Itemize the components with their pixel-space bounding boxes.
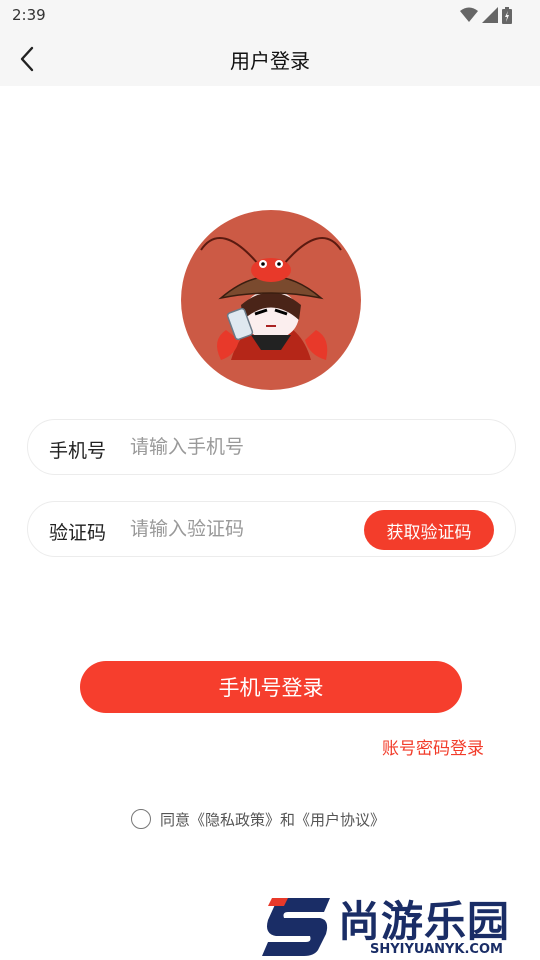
lobster-mascot-icon [200, 237, 342, 360]
site-watermark: 尚游乐园 SHYIYUANYK.COM [258, 890, 540, 960]
agreement-text[interactable]: 同意《隐私政策》和《用户协议》 [160, 809, 385, 830]
phone-label: 手机号 [49, 440, 107, 462]
status-icons [460, 6, 512, 24]
watermark-text: 尚游乐园 [338, 897, 511, 946]
code-label: 验证码 [49, 522, 107, 544]
watermark-logo-icon [262, 898, 330, 956]
phone-field: 手机号 [27, 419, 516, 475]
wifi-icon [460, 7, 478, 22]
signal-icon [482, 7, 498, 23]
title-bar: 用户登录 [0, 30, 540, 86]
page-title: 用户登录 [230, 49, 310, 73]
watermark-subtext: SHYIYUANYK.COM [370, 942, 503, 957]
phone-login-button[interactable]: 手机号登录 [80, 661, 462, 713]
app-logo-avatar [181, 210, 361, 390]
password-login-link[interactable]: 账号密码登录 [382, 734, 484, 759]
phone-input[interactable] [130, 430, 360, 464]
get-code-button[interactable]: 获取验证码 [364, 510, 494, 550]
agreement-checkbox[interactable] [131, 809, 151, 829]
status-bar: 2:39 [0, 0, 540, 30]
status-time: 2:39 [12, 6, 46, 24]
code-input[interactable] [130, 512, 360, 546]
agreement-row: 同意《隐私政策》和《用户协议》 [131, 807, 385, 831]
code-field: 验证码 获取验证码 [27, 501, 516, 557]
battery-icon [502, 6, 512, 24]
